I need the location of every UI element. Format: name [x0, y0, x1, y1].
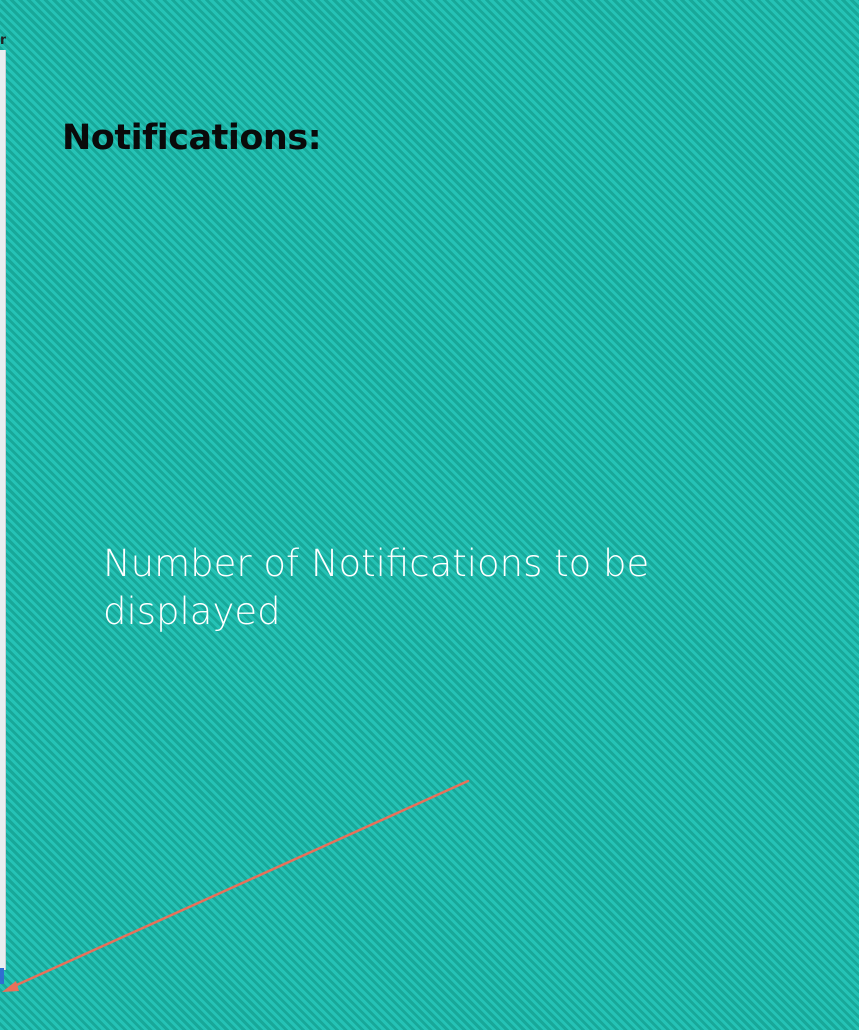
- page-title: Notifications:: [62, 118, 322, 158]
- edge-marker: [0, 968, 4, 984]
- callout-text: Number of Notifications to be displayed: [103, 542, 650, 633]
- underlying-window-edge: [0, 50, 6, 970]
- arrow-head: [2, 981, 19, 992]
- slide: n Notifications: Number of Notifications…: [0, 0, 859, 1030]
- arrow-shaft: [8, 779, 470, 990]
- clipped-edge-text: n: [0, 33, 6, 48]
